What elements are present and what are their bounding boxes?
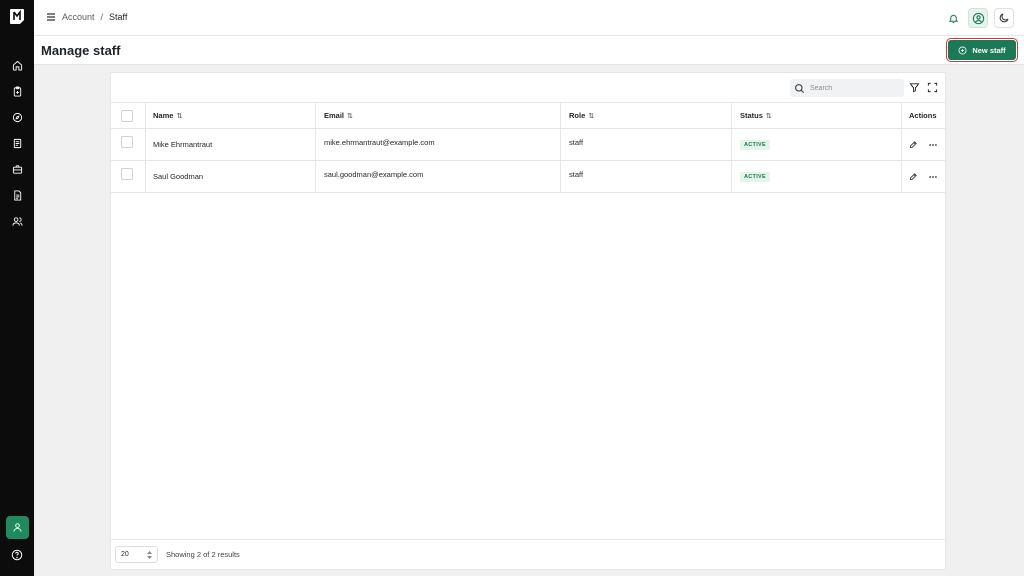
sidebar-item-receipt[interactable] [0, 130, 34, 156]
more-options-button[interactable] [927, 171, 939, 183]
sidebar-account-button[interactable] [6, 516, 29, 539]
search-input[interactable] [810, 84, 900, 92]
breadcrumb-separator: / [100, 12, 104, 22]
breadcrumb-account[interactable]: Account [62, 12, 95, 22]
notifications-button[interactable] [944, 9, 962, 27]
sort-icon: ⇅ [588, 112, 595, 120]
column-header-status[interactable]: Status ⇅ [740, 103, 772, 128]
cell-actions [907, 129, 939, 160]
home-icon [12, 60, 22, 71]
receipt-icon [13, 138, 21, 148]
breadcrumb-current: Staff [109, 12, 128, 22]
top-bar: Account / Staff [34, 0, 1024, 36]
menu-toggle-icon[interactable] [46, 12, 58, 24]
sidebar [0, 0, 34, 576]
edit-icon [909, 141, 917, 148]
moon-icon [999, 13, 1009, 23]
status-badge: ACTIVE [740, 139, 770, 150]
cell-role: staff [569, 138, 584, 147]
briefcase-icon [12, 164, 22, 174]
profile-button[interactable] [968, 8, 988, 28]
users-icon [11, 216, 23, 226]
sidebar-item-users[interactable] [0, 208, 34, 234]
staff-table-card: Name⇅ Email⇅ Role⇅ Status⇅ Actions Mike … [110, 72, 946, 570]
sidebar-nav [0, 52, 34, 234]
user-circle-icon [972, 12, 984, 24]
clipboard-icon [13, 85, 21, 97]
status-badge: ACTIVE [740, 171, 770, 182]
edit-icon [909, 173, 917, 180]
filter-button[interactable] [908, 81, 921, 94]
top-actions [944, 8, 1014, 28]
cell-role: staff [569, 170, 584, 179]
search-box [790, 79, 904, 97]
cell-actions [907, 161, 939, 192]
bell-icon [948, 14, 958, 23]
cell-name: Saul Goodman [153, 172, 204, 181]
cell-email: saul.goodman@example.com [324, 170, 424, 179]
sort-icon: ⇅ [347, 112, 353, 120]
table-header: Name ⇅ Email ⇅ Role ⇅ Status ⇅ Actions [111, 102, 945, 129]
cell-email: mike.ehrmantraut@example.com [324, 138, 435, 147]
column-header-role[interactable]: Role ⇅ [569, 103, 594, 128]
cell-status: ACTIVE [740, 161, 770, 192]
sort-icon: ⇅ [765, 112, 772, 120]
sidebar-item-home[interactable] [0, 52, 34, 78]
row-checkbox[interactable] [121, 136, 133, 148]
edit-button[interactable] [907, 139, 919, 151]
cell-name: Mike Ehrmantraut [153, 140, 213, 149]
more-options-button[interactable] [927, 139, 939, 151]
fullscreen-button[interactable] [926, 81, 939, 94]
more-horizontal-icon [929, 175, 937, 178]
sidebar-item-briefcase[interactable] [0, 156, 34, 182]
sidebar-item-document[interactable] [0, 182, 34, 208]
row-select-cell [121, 161, 133, 192]
filter-icon [909, 83, 920, 93]
select-all-checkbox[interactable] [121, 109, 133, 122]
app-logo-icon[interactable] [9, 8, 25, 25]
theme-toggle-button[interactable] [994, 8, 1014, 28]
sidebar-item-clipboard[interactable] [0, 78, 34, 104]
page-title: Manage staff [41, 43, 121, 58]
column-header-actions: Actions [909, 111, 937, 120]
sort-icon: ⇅ [176, 112, 183, 120]
row-select-cell [121, 129, 133, 160]
cell-status: ACTIVE [740, 129, 770, 160]
sidebar-item-compass[interactable] [0, 104, 34, 130]
table-footer: 20 Showing 2 of 2 results [111, 539, 945, 569]
new-staff-button[interactable]: New staff [946, 38, 1018, 62]
search-icon [795, 83, 804, 93]
page-header: Manage staff New staff [34, 36, 1024, 65]
more-horizontal-icon [929, 143, 937, 146]
new-staff-label: New staff [972, 45, 1006, 55]
updown-icon [147, 550, 152, 559]
table-row: Mike Ehrmantraut mike.ehrmantraut@exampl… [111, 129, 945, 161]
user-icon [13, 523, 22, 532]
page-size-value: 20 [121, 551, 129, 558]
edit-button[interactable] [907, 171, 919, 183]
help-button[interactable] [9, 547, 25, 563]
table-row: Saul Goodman saul.goodman@example.com st… [111, 161, 945, 193]
column-header-name[interactable]: Name ⇅ [153, 103, 182, 128]
fullscreen-icon [927, 82, 938, 93]
document-icon [13, 189, 21, 201]
results-summary: Showing 2 of 2 results [166, 550, 240, 559]
help-icon [11, 549, 23, 561]
row-checkbox[interactable] [121, 168, 133, 180]
breadcrumb: Account / Staff [62, 12, 127, 22]
select-all-cell [121, 103, 133, 128]
plus-circle-icon [958, 46, 967, 54]
compass-icon [12, 112, 22, 122]
column-header-email[interactable]: Email ⇅ [324, 103, 353, 128]
page-size-select[interactable]: 20 [115, 546, 158, 563]
